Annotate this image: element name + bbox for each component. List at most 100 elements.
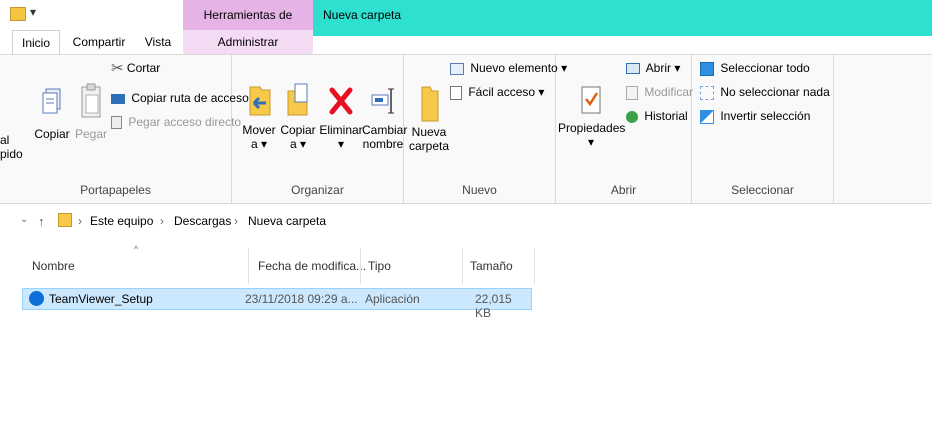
pin-label-bottom: pido: [0, 147, 23, 161]
copy-to-button[interactable]: Copiar a ▾: [278, 81, 318, 151]
easy-access-button[interactable]: Fácil acceso ▾: [450, 83, 544, 101]
select-none-label: No seleccionar nada: [720, 85, 830, 99]
group-label-seleccionar: Seleccionar: [731, 183, 794, 197]
select-none-button[interactable]: No seleccionar nada: [700, 83, 830, 101]
address-bar: ⌄ ↑ › Este equipo › Descargas › Nueva ca…: [0, 205, 932, 237]
column-divider[interactable]: [534, 248, 535, 284]
cut-label: Cortar: [126, 61, 161, 75]
move-to-label-2: a ▾: [250, 137, 268, 151]
modify-label: Modificar: [644, 85, 694, 99]
open-icon: [626, 63, 640, 75]
rename-button[interactable]: Cambiar nombre: [362, 81, 407, 151]
properties-label: Propiedades: [558, 121, 626, 135]
copy-icon: [42, 88, 61, 114]
new-folder-button[interactable]: Nueva carpeta: [408, 81, 450, 153]
column-divider[interactable]: [360, 248, 361, 284]
up-arrow-icon[interactable]: ↑: [38, 214, 45, 229]
breadcrumb-separator-icon: ›: [160, 214, 164, 228]
context-tab-accent: [313, 30, 932, 36]
properties-icon: [581, 86, 601, 114]
copy-to-label-2: a ▾: [289, 137, 307, 151]
paste-shortcut-icon: [111, 116, 122, 130]
title-bar: ▾ Herramientas de aplicación Nueva carpe…: [0, 0, 932, 52]
group-label-nuevo: Nuevo: [462, 183, 497, 197]
paste-shortcut-label: Pegar acceso directo: [128, 115, 242, 129]
scissors-icon: ✂: [111, 59, 124, 77]
tab-inicio[interactable]: Inicio: [12, 30, 60, 54]
open-label: Abrir ▾: [645, 61, 681, 75]
column-header-name[interactable]: Nombre: [32, 248, 75, 284]
table-row[interactable]: TeamViewer_Setup 23/11/2018 09:29 a... A…: [22, 288, 532, 320]
modify-icon: [626, 85, 638, 100]
copy-label: Copiar: [34, 127, 70, 141]
delete-label: Eliminar: [319, 123, 363, 137]
easy-access-icon: [450, 85, 462, 100]
delete-button[interactable]: Eliminar ▾: [318, 81, 364, 151]
pin-quick-access-partial[interactable]: al pido: [0, 133, 23, 161]
tab-compartir[interactable]: Compartir: [66, 30, 132, 54]
group-nuevo: Nueva carpeta Nuevo elemento ▾ Fácil acc…: [404, 55, 567, 203]
select-all-label: Seleccionar todo: [720, 61, 810, 75]
new-item-button[interactable]: Nuevo elemento ▾: [450, 59, 567, 77]
tab-vista[interactable]: Vista: [137, 30, 179, 54]
breadcrumb-descargas[interactable]: Descargas: [174, 214, 231, 228]
column-header-type[interactable]: Tipo: [368, 248, 391, 284]
invert-selection-icon: [700, 109, 714, 124]
group-label-abrir: Abrir: [610, 183, 637, 197]
cut-button[interactable]: ✂ Cortar: [111, 59, 160, 77]
pin-label-top: al: [0, 133, 10, 147]
new-folder-label: Nueva: [411, 125, 447, 139]
group-label-organizar: Organizar: [291, 183, 344, 197]
move-to-icon: [249, 86, 271, 116]
rename-icon: [371, 88, 394, 114]
properties-label-2: ▾: [587, 135, 595, 149]
group-portapapeles: al pido Copiar Pegar ✂ Cortar Copiar rut…: [0, 55, 249, 203]
breadcrumb-nueva-carpeta[interactable]: Nueva carpeta: [248, 214, 326, 228]
group-seleccionar: Seleccionar todo No seleccionar nada Inv…: [692, 55, 834, 203]
delete-label-2: ▾: [337, 137, 345, 151]
copy-to-label: Copiar: [280, 123, 316, 137]
select-all-icon: [700, 61, 714, 76]
column-divider[interactable]: [462, 248, 463, 284]
invert-selection-button[interactable]: Invertir selección: [700, 107, 810, 125]
sort-ascending-icon: ^: [134, 244, 139, 254]
breadcrumb-separator-icon: ›: [78, 214, 82, 228]
new-item-icon: [450, 62, 464, 75]
select-none-icon: [700, 85, 714, 100]
delete-icon: [329, 87, 353, 115]
copy-path-button[interactable]: Copiar ruta de acceso: [111, 89, 249, 107]
history-button[interactable]: Historial: [626, 107, 688, 125]
paste-label: Pegar: [74, 127, 108, 141]
copy-to-icon: [287, 83, 308, 116]
recent-locations-chevron-icon[interactable]: ⌄: [20, 214, 28, 225]
window-title: Nueva carpeta: [313, 0, 932, 30]
copy-button[interactable]: Copiar: [32, 87, 72, 141]
column-divider[interactable]: [248, 248, 249, 284]
move-to-button[interactable]: Mover a ▾: [240, 81, 278, 151]
open-button[interactable]: Abrir ▾: [626, 59, 680, 77]
group-label-portapapeles: Portapapeles: [80, 183, 151, 197]
select-all-button[interactable]: Seleccionar todo: [700, 59, 810, 77]
clipboard-icon: [81, 83, 101, 118]
breadcrumb-este-equipo[interactable]: Este equipo: [90, 214, 153, 228]
easy-access-label: Fácil acceso ▾: [468, 85, 545, 99]
breadcrumb-separator-icon: ›: [234, 214, 238, 228]
file-type: Aplicación: [365, 292, 420, 306]
rename-label-2: nombre: [362, 137, 404, 151]
paste-shortcut-button[interactable]: Pegar acceso directo: [111, 113, 241, 131]
group-abrir: Propiedades ▾ Abrir ▾ Modificar Historia…: [556, 55, 693, 203]
tab-administrar[interactable]: Administrar: [183, 30, 313, 54]
file-date: 23/11/2018 09:29 a...: [245, 292, 358, 306]
properties-button[interactable]: Propiedades ▾: [558, 81, 626, 149]
file-size: 22,015 KB: [475, 292, 512, 320]
invert-selection-label: Invertir selección: [720, 109, 811, 123]
location-folder-icon: [58, 213, 72, 227]
modify-button[interactable]: Modificar: [626, 83, 693, 101]
column-header-size[interactable]: Tamaño: [470, 248, 513, 284]
paste-button[interactable]: Pegar: [74, 83, 108, 141]
new-folder-label-2: carpeta: [408, 139, 450, 153]
column-header-date[interactable]: Fecha de modifica...: [258, 248, 366, 284]
context-tab-app-tools[interactable]: Herramientas de aplicación: [183, 0, 313, 52]
file-list: ^ Nombre Fecha de modifica... Tipo Tamañ…: [0, 238, 932, 436]
quick-access-toolbar-icon[interactable]: ▾: [30, 5, 36, 19]
